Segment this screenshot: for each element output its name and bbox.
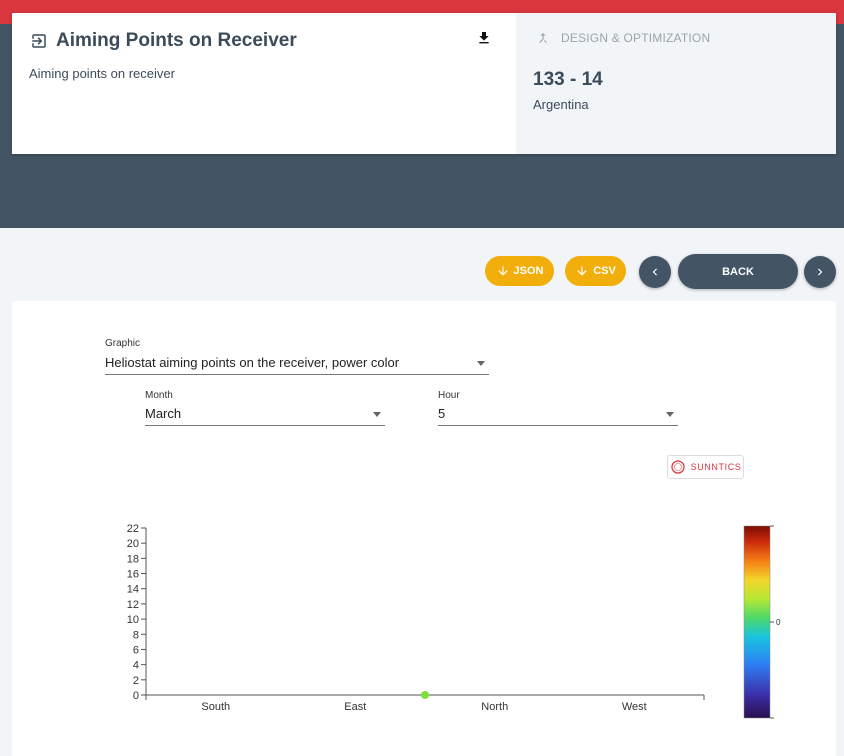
chevron-right-icon: [818, 268, 823, 276]
y-tick-label: 2: [133, 675, 139, 687]
exit-to-app-icon: [32, 34, 46, 48]
chart-card: Graphic Heliostat aiming points on the r…: [12, 301, 836, 756]
colorbar-tick-label: 0: [776, 618, 781, 627]
x-tick-label: North: [481, 701, 508, 713]
previous-button[interactable]: [639, 256, 671, 288]
page-description: Aiming points on receiver: [29, 66, 175, 81]
colorbar: 0: [743, 525, 781, 719]
y-tick-label: 16: [127, 569, 139, 581]
arrow-down-icon: [497, 266, 508, 276]
y-tick-label: 8: [133, 629, 139, 641]
page-title: Aiming Points on Receiver: [56, 30, 297, 51]
header-meta: DESIGN & OPTIMIZATION 133 - 14 Argentina: [516, 13, 836, 154]
y-tick-label: 0: [133, 690, 139, 702]
aiming-point: [421, 691, 429, 699]
arrow-down-icon: [577, 266, 587, 276]
y-tick-label: 22: [127, 523, 139, 535]
y-tick-label: 4: [133, 660, 139, 672]
download-icon[interactable]: [476, 30, 492, 46]
download-csv-button[interactable]: CSV: [565, 256, 626, 286]
y-tick-label: 10: [127, 614, 139, 626]
project-code: 133 - 14: [533, 69, 603, 90]
title-row: Aiming Points on Receiver: [30, 30, 297, 52]
header-card: Aiming Points on Receiver Aiming points …: [12, 13, 836, 154]
y-tick-label: 12: [127, 599, 139, 611]
x-tick-label: West: [622, 701, 647, 713]
json-label: JSON: [513, 265, 544, 277]
y-tick-label: 20: [127, 538, 139, 550]
chevron-left-icon: [652, 268, 657, 276]
csv-label: CSV: [593, 265, 616, 277]
header-info: Aiming Points on Receiver Aiming points …: [12, 13, 516, 154]
data-points: [421, 691, 429, 699]
download-json-button[interactable]: JSON: [485, 256, 554, 286]
category-label: DESIGN & OPTIMIZATION: [561, 31, 711, 45]
y-tick-label: 14: [127, 584, 139, 596]
aiming-points-chart: 0 2 4 6 8 10 12 14 16 18 20 22 South East North West 0: [127, 523, 781, 719]
y-axis: 0 2 4 6 8 10 12 14 16 18 20 22: [127, 523, 147, 702]
x-tick-label: East: [344, 701, 366, 713]
y-tick-label: 18: [127, 553, 139, 565]
project-country: Argentina: [533, 97, 589, 112]
y-tick-label: 6: [133, 644, 139, 656]
merge-icon: [539, 33, 547, 43]
back-button[interactable]: BACK: [678, 254, 798, 289]
x-tick-label: South: [201, 701, 230, 713]
colorbar-gradient: [743, 525, 771, 719]
next-button[interactable]: [804, 256, 836, 288]
category-row: DESIGN & OPTIMIZATION: [536, 31, 710, 45]
